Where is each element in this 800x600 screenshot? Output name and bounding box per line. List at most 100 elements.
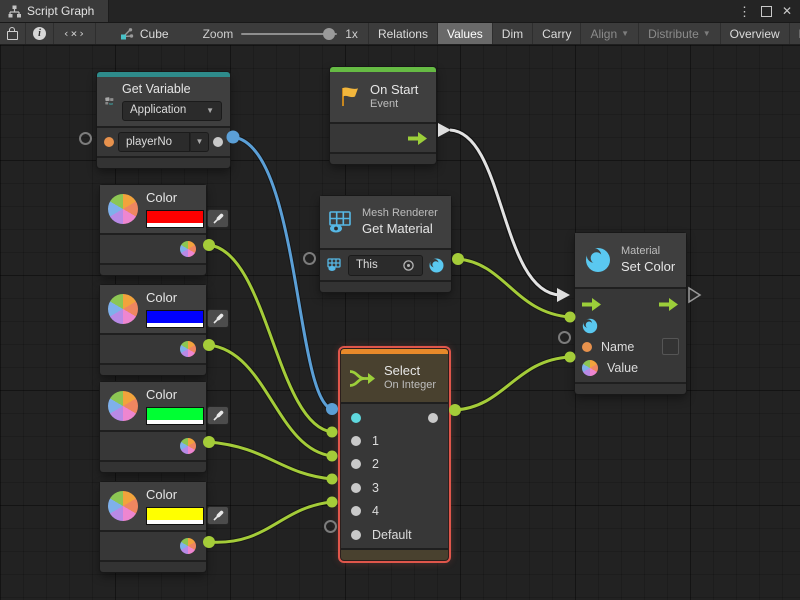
param-value-label: Value xyxy=(607,361,638,375)
fullscreen-button[interactable]: Full Screen xyxy=(790,23,800,44)
color-wheel-icon xyxy=(108,391,138,421)
node-ports xyxy=(100,432,206,460)
overview-button[interactable]: Overview xyxy=(721,23,790,44)
unconnected-port-ring[interactable] xyxy=(79,132,92,145)
color-swatch[interactable] xyxy=(146,210,204,228)
option-input-port[interactable] xyxy=(351,483,361,493)
variable-name-input-port[interactable] xyxy=(104,137,114,147)
flow-input-arrow-icon[interactable] xyxy=(582,298,602,311)
node-color-yellow[interactable]: Color xyxy=(100,482,206,572)
node-title: Set Color xyxy=(621,259,675,275)
align-button[interactable]: Align▼ xyxy=(581,23,639,44)
color-swatch[interactable] xyxy=(146,310,204,328)
maximize-icon[interactable] xyxy=(761,6,772,17)
color-swatch[interactable] xyxy=(146,407,204,425)
zoom-slider[interactable] xyxy=(241,33,337,35)
color-output-port[interactable] xyxy=(180,341,196,357)
tab-script-graph[interactable]: Script Graph xyxy=(0,0,109,22)
option-row: 4 xyxy=(341,500,448,523)
svg-text:<>: <> xyxy=(109,102,113,106)
graph-asset-button[interactable]: Cube xyxy=(110,23,179,44)
option-label: 3 xyxy=(372,481,379,495)
mesh-renderer-icon xyxy=(328,210,354,234)
node-footer xyxy=(320,282,451,292)
unconnected-port-ring[interactable] xyxy=(558,331,571,344)
node-color-green[interactable]: Color xyxy=(100,382,206,472)
object-picker-icon[interactable] xyxy=(402,259,415,272)
name-input-port[interactable] xyxy=(582,342,592,352)
eyedropper-button[interactable] xyxy=(207,309,229,328)
node-get-variable[interactable]: <> Get Variable Application ▼ playerNo ▼ xyxy=(97,72,230,168)
graph-asset-label: Cube xyxy=(140,27,169,41)
info-button[interactable]: i xyxy=(26,23,54,44)
node-color-blue[interactable]: Color xyxy=(100,285,206,375)
graph-toolbar: i ‹×› Cube Zoom 1x Relations Values Dim … xyxy=(0,23,800,45)
window-menu-icon[interactable]: ⋮ xyxy=(738,5,751,18)
flag-icon xyxy=(338,85,362,109)
variables-icon: <> xyxy=(105,88,114,114)
color-output-port[interactable] xyxy=(180,538,196,554)
node-footer xyxy=(97,158,230,168)
node-header: Color xyxy=(100,382,206,430)
variable-name-dropdown[interactable]: playerNo ▼ xyxy=(118,132,209,152)
node-color-red[interactable]: Color xyxy=(100,185,206,275)
node-title: Color xyxy=(146,290,229,306)
relations-button[interactable]: Relations xyxy=(368,23,438,44)
close-icon[interactable]: ✕ xyxy=(782,5,792,17)
unconnected-port-ring[interactable] xyxy=(324,520,337,533)
node-header: On Start Event xyxy=(330,72,436,122)
distribute-button[interactable]: Distribute▼ xyxy=(639,23,721,44)
value-output-port[interactable] xyxy=(213,137,223,147)
node-select[interactable]: Select On Integer 1 2 3 4 Default xyxy=(341,349,448,560)
dim-button[interactable]: Dim xyxy=(493,23,533,44)
node-set-color[interactable]: Material Set Color Name xyxy=(575,233,686,394)
node-ports: This xyxy=(320,250,451,280)
eyedropper-button[interactable] xyxy=(207,209,229,228)
option-input-port[interactable] xyxy=(351,506,361,516)
chevron-down-icon: ▼ xyxy=(703,29,711,38)
selector-row xyxy=(341,406,448,429)
selector-input-port[interactable] xyxy=(351,413,361,423)
eyedropper-button[interactable] xyxy=(207,406,229,425)
unconnected-port-ring[interactable] xyxy=(303,252,316,265)
option-input-port[interactable] xyxy=(351,436,361,446)
node-ports xyxy=(100,335,206,363)
target-object-field[interactable]: This xyxy=(348,255,423,276)
node-get-material[interactable]: Mesh Renderer Get Material This xyxy=(320,196,451,292)
node-ports xyxy=(100,532,206,560)
color-output-port[interactable] xyxy=(180,438,196,454)
lock-button[interactable] xyxy=(0,23,26,44)
zoom-slider-knob[interactable] xyxy=(323,28,335,40)
color-swatch[interactable] xyxy=(146,507,204,525)
name-value-field[interactable] xyxy=(662,338,679,355)
flow-output-arrow-icon[interactable] xyxy=(659,298,679,311)
node-header: Select On Integer xyxy=(341,354,448,402)
flow-output-arrow-icon[interactable] xyxy=(408,132,428,145)
eyedropper-icon xyxy=(212,510,224,522)
carry-button[interactable]: Carry xyxy=(533,23,581,44)
node-header: Color xyxy=(100,185,206,233)
values-button[interactable]: Values xyxy=(438,23,493,44)
carry-label: Carry xyxy=(542,27,571,41)
eyedropper-button[interactable] xyxy=(207,506,229,525)
value-input-port[interactable] xyxy=(582,360,598,376)
material-row xyxy=(575,316,686,336)
material-output-port[interactable] xyxy=(429,258,444,273)
option-input-port[interactable] xyxy=(351,530,361,540)
info-icon: i xyxy=(33,27,46,40)
code-view-button[interactable]: ‹×› xyxy=(54,23,96,44)
node-title: Select xyxy=(384,363,436,379)
node-on-start[interactable]: On Start Event xyxy=(330,67,436,164)
dim-label: Dim xyxy=(502,27,523,41)
option-input-port[interactable] xyxy=(351,459,361,469)
node-category: Mesh Renderer xyxy=(362,207,438,221)
node-title: On Start xyxy=(370,82,418,98)
material-input-port[interactable] xyxy=(582,318,598,334)
node-ports: Name Value xyxy=(575,289,686,382)
selection-output-port[interactable] xyxy=(428,413,438,423)
variable-scope-dropdown[interactable]: Application ▼ xyxy=(122,101,222,121)
renderer-input-port[interactable] xyxy=(327,258,342,272)
color-output-port[interactable] xyxy=(180,241,196,257)
scope-value: Application xyxy=(130,103,186,117)
node-title: Color xyxy=(146,487,229,503)
